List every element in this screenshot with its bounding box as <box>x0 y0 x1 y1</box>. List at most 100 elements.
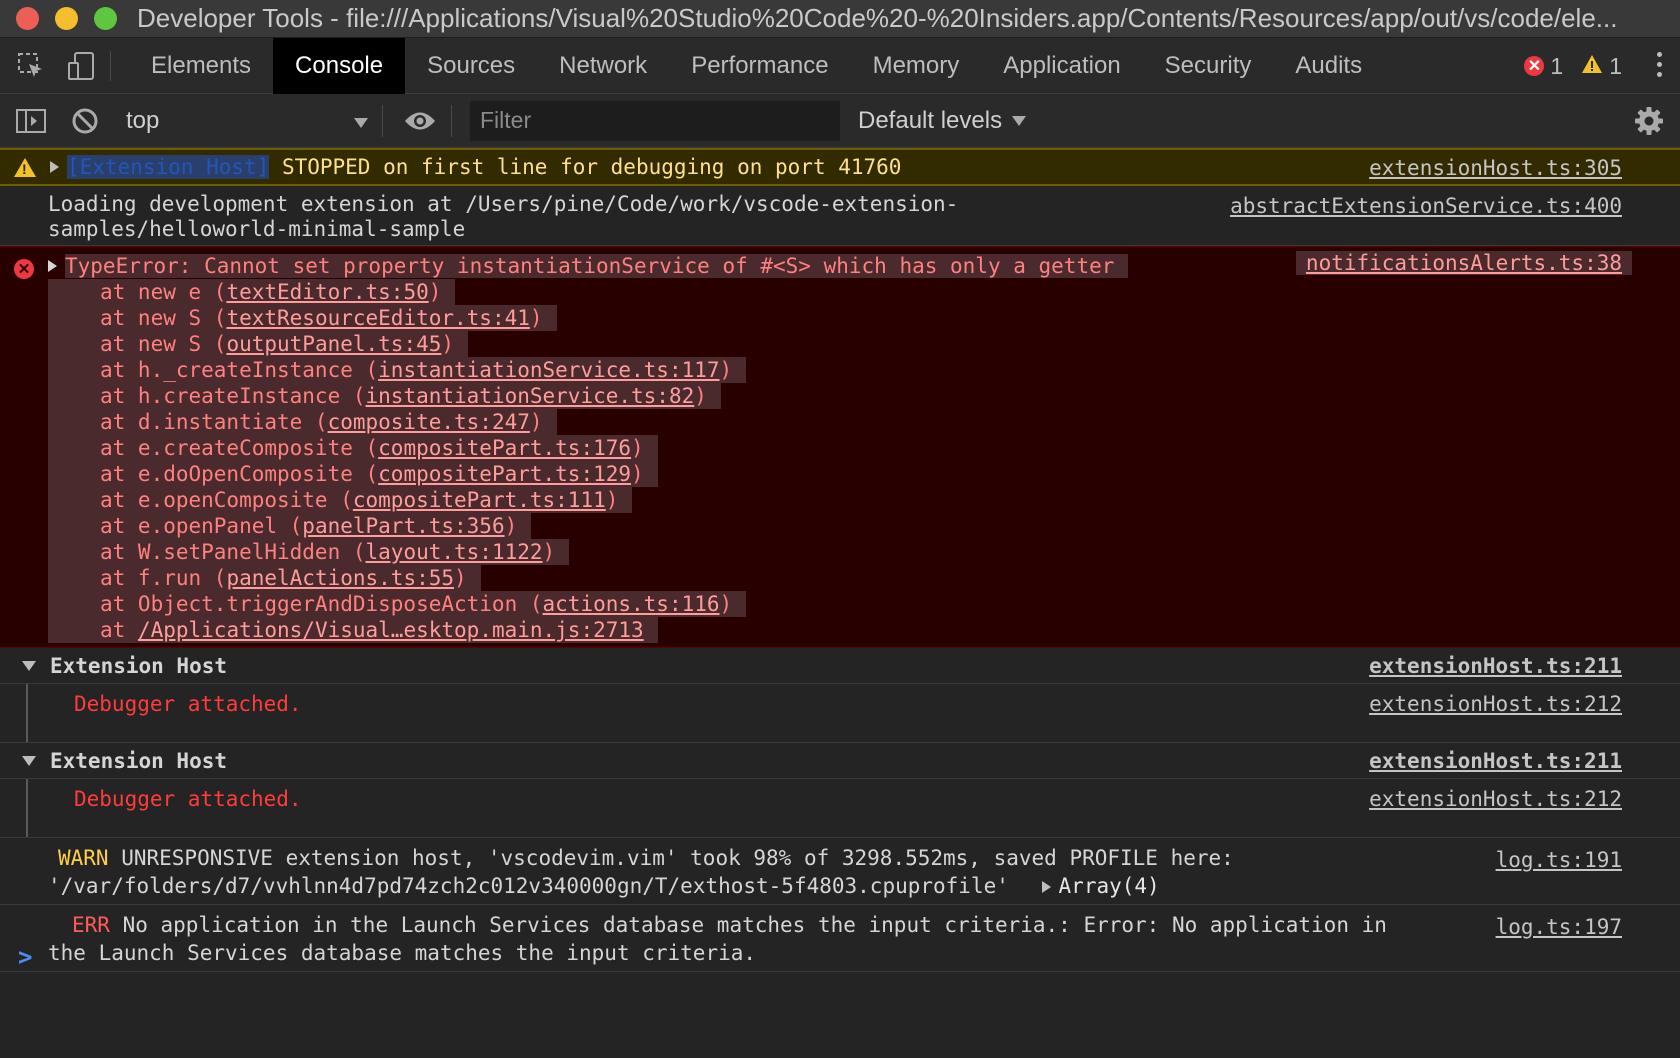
collapse-arrow-icon[interactable] <box>22 755 36 766</box>
stack-frame-function: at new e ( <box>100 280 227 304</box>
error-count: 1 <box>1550 52 1564 79</box>
source-link[interactable]: extensionHost.ts:212 <box>1369 692 1622 716</box>
message-text: STOPPED on first line for debugging on p… <box>269 155 902 179</box>
warn-tag: WARN <box>58 846 109 870</box>
window-titlebar: Developer Tools - file:///Applications/V… <box>0 0 1680 38</box>
stack-frame-end: ) <box>542 540 556 564</box>
stack-frame-end: ) <box>631 462 644 486</box>
expand-arrow-icon[interactable] <box>1041 881 1051 893</box>
group-child-message: Debugger attached. extensionHost.ts:212 <box>26 779 1680 837</box>
log-levels-value: Default levels <box>858 106 1003 134</box>
clear-console-icon[interactable] <box>68 104 102 138</box>
stack-frame-end: ) <box>719 358 733 382</box>
source-link[interactable]: log.ts:197 <box>1496 913 1622 941</box>
source-link[interactable]: extensionHost.ts:211 <box>1369 654 1622 678</box>
stack-frame-link[interactable]: panelPart.ts:356 <box>302 514 504 538</box>
source-link[interactable]: log.ts:191 <box>1496 846 1622 874</box>
stack-frame-link[interactable]: instantiationService.ts:82 <box>366 384 695 408</box>
stack-frame: at f.run (panelActions.ts:55) <box>0 565 1680 591</box>
message-text: No application in the Launch Services da… <box>109 913 1387 937</box>
tab-application[interactable]: Application <box>981 38 1142 94</box>
stack-frame-link[interactable]: layout.ts:1122 <box>366 540 543 564</box>
group-title: Extension Host <box>50 653 228 678</box>
filter-input[interactable] <box>470 100 840 141</box>
stack-frame-link[interactable]: compositePart.ts:111 <box>353 488 606 512</box>
stack-frame: at h._createInstance (instantiationServi… <box>0 357 1680 383</box>
console-group: Extension Host extensionHost.ts:211 Debugg… <box>0 648 1680 743</box>
stack-frame-end: ) <box>719 592 733 616</box>
collapse-arrow-icon[interactable] <box>22 660 36 671</box>
stack-frame-link[interactable]: compositePart.ts:129 <box>378 462 631 486</box>
group-header[interactable]: Extension Host extensionHost.ts:211 <box>0 743 1680 779</box>
console-group: Extension Host extensionHost.ts:211 Debugg… <box>0 743 1680 838</box>
stack-frame-end: ) <box>694 384 707 408</box>
tab-elements[interactable]: Elements <box>129 38 273 94</box>
tab-memory[interactable]: Memory <box>851 38 982 94</box>
group-header[interactable]: Extension Host extensionHost.ts:211 <box>0 648 1680 684</box>
sidebar-toggle-icon[interactable] <box>14 104 48 138</box>
console-log-message: WARN UNRESPONSIVE extension host, 'vscod… <box>0 838 1680 905</box>
stack-frame-function: at f.run ( <box>100 566 227 590</box>
settings-gear-icon[interactable] <box>1634 106 1664 141</box>
message-text: Debugger attached. <box>74 692 302 716</box>
tab-performance[interactable]: Performance <box>669 38 850 94</box>
toolbar-divider <box>110 50 111 81</box>
stack-frame-link[interactable]: panelActions.ts:55 <box>226 566 454 590</box>
source-link[interactable]: abstractExtensionService.ts:400 <box>1230 194 1622 219</box>
stack-frame-link[interactable]: composite.ts:247 <box>328 410 530 434</box>
message-text: UNRESPONSIVE extension host, 'vscodevim.… <box>108 846 1234 870</box>
execution-context-select[interactable]: top <box>112 101 382 141</box>
stack-frame-function: at e.createComposite ( <box>100 436 379 460</box>
source-link[interactable]: extensionHost.ts:212 <box>1369 787 1622 811</box>
issue-counts[interactable]: ✕ 1 1 <box>1524 38 1622 94</box>
toolbar-divider <box>382 104 383 137</box>
device-toolbar-icon[interactable] <box>64 49 98 83</box>
message-prefix: [Extension Host] <box>67 155 270 179</box>
source-link[interactable]: extensionHost.ts:211 <box>1369 749 1622 773</box>
tab-sources[interactable]: Sources <box>405 38 537 94</box>
stack-frame-link[interactable]: /Applications/Visual…esktop.main.js:2713 <box>138 618 644 642</box>
stack-frame-end: ) <box>529 306 543 330</box>
stack-frame-link[interactable]: outputPanel.ts:45 <box>226 332 441 356</box>
close-window-button[interactable] <box>16 7 39 30</box>
stack-frame: at Object.triggerAndDisposeAction (actio… <box>0 591 1680 617</box>
source-link[interactable]: extensionHost.ts:305 <box>1369 156 1622 180</box>
zoom-window-button[interactable] <box>94 7 117 30</box>
stack-frame-end: ) <box>631 436 644 460</box>
console-error-message: ✕ TypeError: Cannot set property instant… <box>0 246 1680 648</box>
console-groups: Extension Host extensionHost.ts:211 Debugg… <box>0 648 1680 838</box>
tab-audits[interactable]: Audits <box>1273 38 1384 94</box>
stack-frame-function: at new S ( <box>100 306 227 330</box>
tab-security[interactable]: Security <box>1143 38 1274 94</box>
minimize-window-button[interactable] <box>55 7 78 30</box>
array-object[interactable]: Array(4) <box>1059 874 1160 898</box>
source-link[interactable]: notificationsAlerts.ts:38 <box>1295 251 1632 275</box>
inspect-element-icon[interactable] <box>14 49 48 83</box>
more-options-icon[interactable] <box>1657 52 1662 77</box>
live-expression-eye-icon[interactable] <box>403 104 437 138</box>
console-filterbar: top Default levels <box>0 94 1680 148</box>
tab-network[interactable]: Network <box>537 38 669 94</box>
stack-frame-function: at e.openPanel ( <box>100 514 303 538</box>
error-icon: ✕ <box>14 259 34 279</box>
expand-arrow-icon[interactable] <box>48 260 57 272</box>
group-title: Extension Host <box>50 748 228 773</box>
stack-frame: at new e (textEditor.ts:50) <box>0 279 1680 305</box>
stack-frame: at W.setPanelHidden (layout.ts:1122) <box>0 539 1680 565</box>
stack-frame-end: ) <box>428 280 442 304</box>
stack-frame-link[interactable]: compositePart.ts:176 <box>378 436 631 460</box>
console-prompt[interactable]: > <box>18 943 32 971</box>
stack-frame-link[interactable]: actions.ts:116 <box>543 592 720 616</box>
tab-console[interactable]: Console <box>273 37 406 94</box>
stack-frame-end: ) <box>441 332 455 356</box>
stack-frame-function: at Object.triggerAndDisposeAction ( <box>100 592 543 616</box>
expand-arrow-icon[interactable] <box>50 161 59 173</box>
stack-frame-link[interactable]: instantiationService.ts:117 <box>378 358 719 382</box>
stack-frame-link[interactable]: textResourceEditor.ts:41 <box>226 306 529 330</box>
console-messages: [Extension Host] STOPPED on first line f… <box>0 148 1680 1057</box>
stack-frame: at e.openPanel (panelPart.ts:356) <box>0 513 1680 539</box>
stack-frame-link[interactable]: textEditor.ts:50 <box>226 280 428 304</box>
message-text-line: samples/helloworld-minimal-sample <box>48 217 466 241</box>
log-levels-select[interactable]: Default levels <box>858 106 1027 135</box>
stack-frame-function: at new S ( <box>100 332 227 356</box>
